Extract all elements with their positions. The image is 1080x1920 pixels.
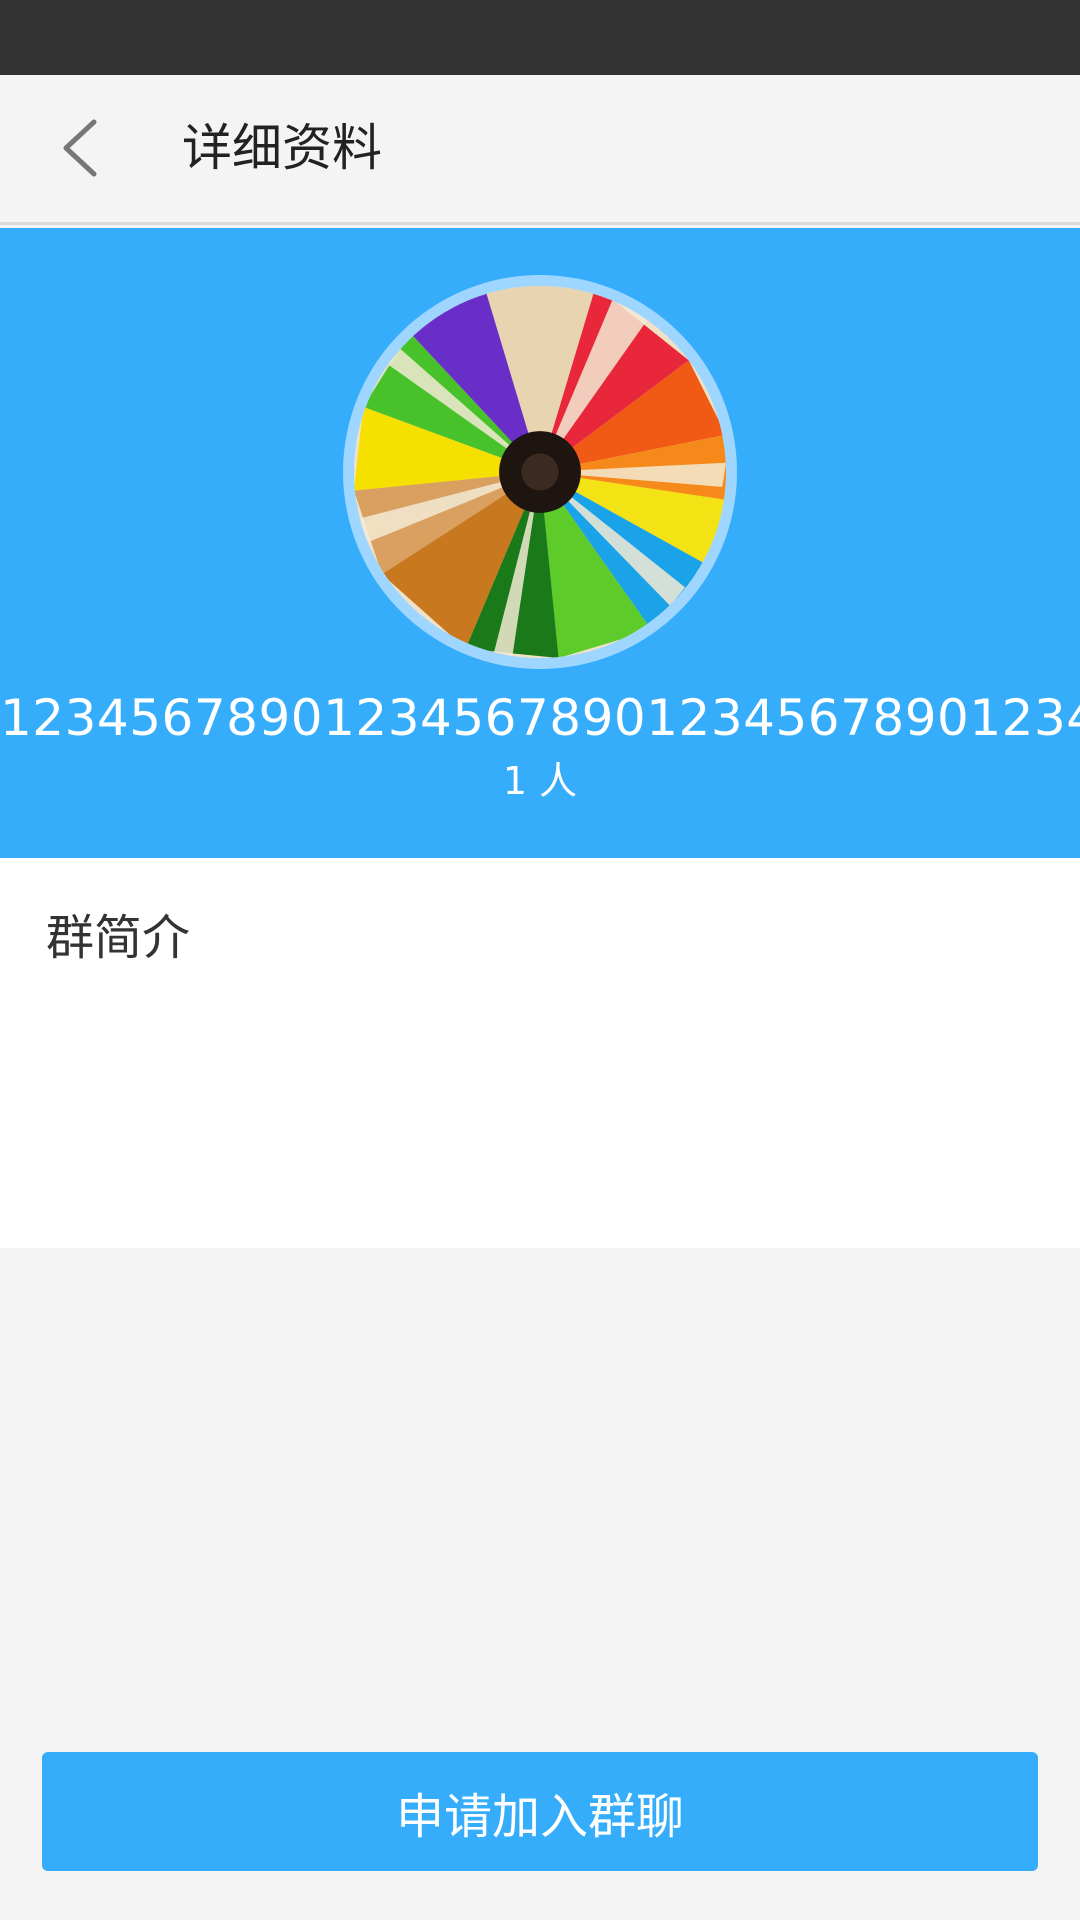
group-name: 12345678901234567890123456789012345 bbox=[0, 689, 1080, 747]
avatar-ring bbox=[343, 275, 737, 669]
member-count: 1 人 bbox=[502, 759, 578, 803]
app-bar: 详细资料 bbox=[0, 75, 1080, 225]
page-title: 详细资料 bbox=[182, 119, 382, 177]
chevron-left-icon bbox=[58, 116, 102, 184]
colored-pencils-avatar bbox=[354, 286, 726, 658]
avatar[interactable] bbox=[354, 286, 726, 658]
group-header: 12345678901234567890123456789012345 1 人 bbox=[0, 228, 1080, 858]
group-intro-panel: 群简介 bbox=[0, 858, 1080, 1248]
join-group-button[interactable]: 申请加入群聊 bbox=[42, 1752, 1038, 1871]
status-bar bbox=[0, 0, 1080, 75]
group-intro-title: 群简介 bbox=[46, 910, 191, 966]
back-button[interactable] bbox=[40, 110, 120, 190]
